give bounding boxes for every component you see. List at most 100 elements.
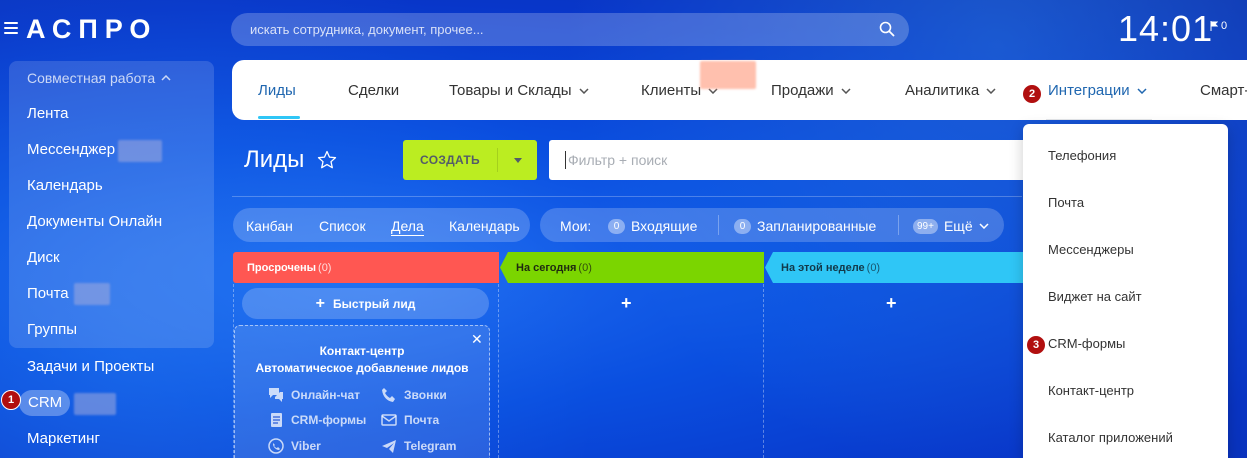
my-label: Мои:	[560, 218, 592, 234]
planned-count: 0	[734, 218, 751, 234]
redacted-counter	[74, 393, 116, 415]
create-button-label: СОЗДАТЬ	[420, 153, 480, 167]
sidebar-item-disk[interactable]: Диск	[27, 249, 60, 266]
chat-icon	[269, 388, 283, 402]
tab-sales[interactable]: Продажи	[771, 82, 851, 99]
incoming-label: Входящие	[631, 218, 698, 234]
flag-count: 0	[1221, 20, 1228, 32]
menu-item-contact-center[interactable]: Контакт-центр	[1048, 383, 1134, 398]
view-activities[interactable]: Дела	[391, 218, 424, 236]
add-item-today-plus-icon[interactable]: +	[621, 294, 632, 312]
sidebar-item-marketing[interactable]: Маркетинг	[27, 430, 100, 447]
cc-mail[interactable]: Почта	[380, 411, 439, 429]
planned-label: Запланированные	[757, 218, 877, 234]
text-caret	[565, 151, 566, 169]
column-header-overdue: Просрочены (0)	[247, 252, 331, 283]
sidebar-item-calendar[interactable]: Календарь	[27, 177, 103, 194]
contact-center-subtitle: Автоматическое добавление лидов	[255, 361, 469, 375]
tab-smart[interactable]: Смарт-	[1200, 82, 1247, 99]
cc-label: Почта	[404, 413, 440, 427]
filter-planned[interactable]: 0 Запланированные	[734, 218, 876, 234]
step-badge-2: 2	[1022, 84, 1042, 104]
cc-calls[interactable]: Звонки	[380, 386, 447, 404]
redacted-counter	[118, 140, 162, 162]
menu-item-telephony[interactable]: Телефония	[1048, 148, 1116, 163]
filter-search-input[interactable]: Фильтр + поиск	[549, 140, 1029, 180]
chevron-down-icon	[1137, 87, 1147, 94]
filter-incoming[interactable]: 0 Входящие	[608, 218, 697, 234]
add-item-week-plus-icon[interactable]: +	[886, 294, 897, 312]
cc-telegram[interactable]: Telegram	[380, 437, 456, 455]
column-title: На сегодня	[516, 261, 577, 274]
sidebar-item-tasks[interactable]: Задачи и Проекты	[27, 358, 154, 375]
page-title: Лиды	[244, 146, 305, 173]
tab-analytics[interactable]: Аналитика	[905, 82, 996, 99]
tab-clients-label: Клиенты	[641, 82, 702, 99]
mail-icon	[381, 414, 397, 426]
tab-analytics-label: Аналитика	[905, 82, 980, 99]
active-tab-indicator	[258, 116, 300, 119]
filter-more[interactable]: 99+ Ещё	[913, 218, 989, 234]
tab-integrations-label: Интеграции	[1048, 82, 1130, 99]
column-title: На этой неделе	[781, 261, 865, 274]
search-icon[interactable]	[879, 21, 895, 37]
chevron-down-icon	[578, 87, 589, 94]
separator	[718, 215, 719, 235]
sidebar-item-messenger[interactable]: Мессенджер	[27, 141, 115, 158]
chevron-down-icon	[841, 87, 851, 94]
separator	[898, 215, 899, 235]
chevron-down-icon	[986, 87, 996, 94]
tab-products[interactable]: Товары и Склады	[449, 82, 589, 99]
star-icon[interactable]	[317, 150, 337, 170]
column-title: Просрочены	[247, 261, 317, 274]
filter-placeholder: Фильтр + поиск	[568, 152, 668, 168]
chevron-down-icon	[979, 223, 989, 229]
column-header-week: На этой неделе (0)	[781, 252, 880, 283]
column-header-today: На сегодня (0)	[516, 252, 592, 283]
menu-icon[interactable]	[4, 22, 18, 34]
create-button[interactable]: СОЗДАТЬ	[403, 140, 537, 180]
cc-viber[interactable]: Viber	[267, 437, 321, 455]
column-border	[498, 284, 499, 458]
dropdown-divider	[1046, 119, 1152, 120]
cc-label: Viber	[291, 439, 321, 453]
redacted-counter	[700, 61, 756, 89]
redacted-counter	[74, 283, 110, 305]
create-dropdown-toggle[interactable]	[498, 157, 537, 163]
sidebar-item-docs[interactable]: Документы Онлайн	[27, 213, 162, 230]
contact-center-title: Контакт-центр	[319, 344, 405, 358]
view-kanban[interactable]: Канбан	[246, 218, 293, 234]
tab-leads[interactable]: Лиды	[258, 82, 296, 99]
column-count: (0)	[578, 261, 592, 274]
menu-item-mail[interactable]: Почта	[1048, 195, 1084, 210]
flag-counter[interactable]: 0	[1210, 20, 1227, 32]
view-calendar[interactable]: Календарь	[449, 218, 520, 234]
search-input[interactable]: искать сотрудника, документ, прочее...	[231, 13, 909, 46]
divider	[232, 196, 1022, 197]
menu-item-crm-forms[interactable]: CRM-формы	[1048, 336, 1125, 351]
menu-item-messengers[interactable]: Мессенджеры	[1048, 242, 1134, 257]
cc-label: CRM-формы	[291, 413, 367, 427]
logo[interactable]: АСПРО	[26, 14, 157, 45]
sidebar-group-title[interactable]: Совместная работа	[27, 70, 171, 86]
chevron-up-icon	[161, 75, 171, 81]
tab-integrations[interactable]: Интеграции	[1048, 82, 1147, 99]
search-placeholder: искать сотрудника, документ, прочее...	[250, 22, 484, 37]
menu-item-site-widget[interactable]: Виджет на сайт	[1048, 289, 1142, 304]
quick-lead-button[interactable]: + Быстрый лид	[242, 288, 489, 319]
cc-label: Telegram	[404, 439, 457, 453]
view-list[interactable]: Список	[319, 218, 366, 234]
cc-crm-forms[interactable]: CRM-формы	[267, 411, 366, 429]
sidebar-item-mail[interactable]: Почта	[27, 285, 69, 302]
sidebar-item-groups[interactable]: Группы	[27, 321, 77, 338]
viber-icon	[268, 438, 284, 454]
cc-label: Звонки	[404, 388, 447, 402]
triangle-down-icon	[513, 157, 522, 163]
cc-online-chat[interactable]: Онлайн-чат	[267, 386, 360, 404]
sidebar-item-crm[interactable]: CRM	[19, 390, 70, 416]
menu-item-app-catalog[interactable]: Каталог приложений	[1048, 430, 1173, 445]
column-border	[763, 284, 764, 458]
more-label: Ещё	[943, 218, 973, 234]
sidebar-item-feed[interactable]: Лента	[27, 105, 69, 122]
tab-deals[interactable]: Сделки	[348, 82, 399, 99]
